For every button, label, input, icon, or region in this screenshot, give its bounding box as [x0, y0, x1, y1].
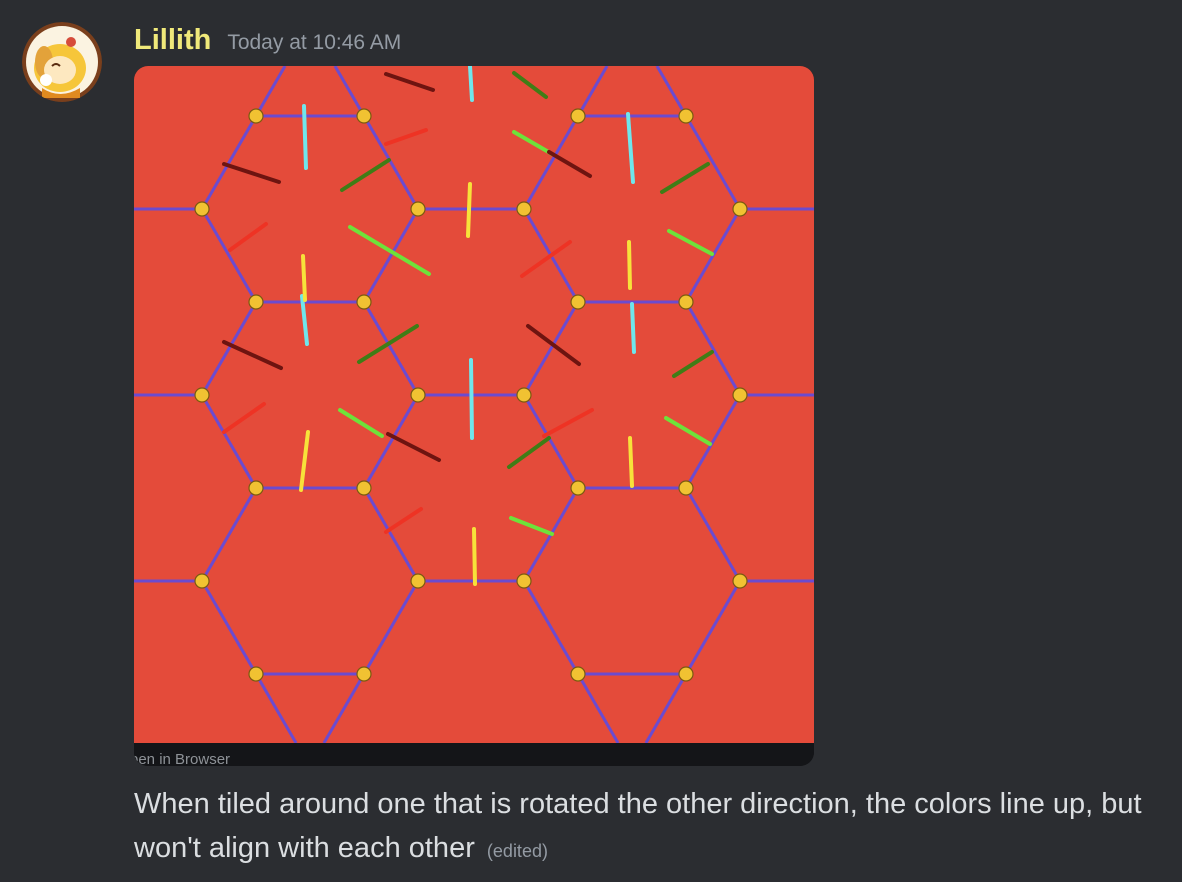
hex-vertex	[410, 573, 426, 589]
hex-vertex	[356, 108, 372, 124]
edited-label: (edited)	[486, 841, 548, 861]
chat-message: Lillith Today at 10:46 AM pen in Browser…	[0, 0, 1182, 882]
tick-mark	[466, 182, 472, 238]
hexagon-tiling-image	[134, 66, 814, 743]
hex-vertex	[570, 480, 586, 496]
hex-vertex	[678, 294, 694, 310]
tick-mark	[302, 104, 308, 170]
hex-vertex	[194, 573, 210, 589]
tick-mark	[628, 436, 634, 488]
message-content: When tiled around one that is rotated th…	[134, 782, 1174, 873]
tick-mark	[472, 527, 477, 586]
hex-vertex	[248, 108, 264, 124]
tick-mark	[469, 358, 474, 440]
avatar-character-icon	[22, 22, 102, 102]
hex-vertex	[356, 294, 372, 310]
hex-vertex	[194, 201, 210, 217]
hex-vertex	[732, 201, 748, 217]
hex-vertex	[356, 666, 372, 682]
hex-vertex	[732, 387, 748, 403]
tick-mark	[301, 254, 307, 302]
hex-vertex	[248, 480, 264, 496]
hex-vertex	[570, 666, 586, 682]
hex-vertex	[248, 294, 264, 310]
open-in-browser-bar	[134, 743, 814, 766]
open-in-browser-link[interactable]: pen in Browser	[134, 752, 230, 767]
tick-mark	[630, 302, 636, 354]
hex-vertex	[516, 573, 532, 589]
hex-vertex	[678, 666, 694, 682]
hex-vertex	[678, 108, 694, 124]
message-timestamp: Today at 10:46 AM	[227, 31, 402, 54]
hex-vertex	[570, 108, 586, 124]
hex-vertex	[732, 573, 748, 589]
message-text: When tiled around one that is rotated th…	[134, 788, 1142, 864]
hex-vertex	[356, 480, 372, 496]
user-avatar[interactable]	[22, 22, 102, 102]
hex-vertex	[410, 387, 426, 403]
hex-vertex	[516, 387, 532, 403]
tick-mark	[627, 240, 632, 290]
hex-vertex	[678, 480, 694, 496]
hex-vertex	[516, 201, 532, 217]
message-header: Lillith Today at 10:46 AM	[134, 22, 401, 62]
hex-vertex	[410, 201, 426, 217]
tick-mark	[468, 66, 474, 102]
username[interactable]: Lillith	[134, 22, 211, 58]
hex-vertex	[248, 666, 264, 682]
hex-vertex	[194, 387, 210, 403]
image-attachment[interactable]: pen in Browser	[134, 66, 814, 766]
hex-vertex	[570, 294, 586, 310]
